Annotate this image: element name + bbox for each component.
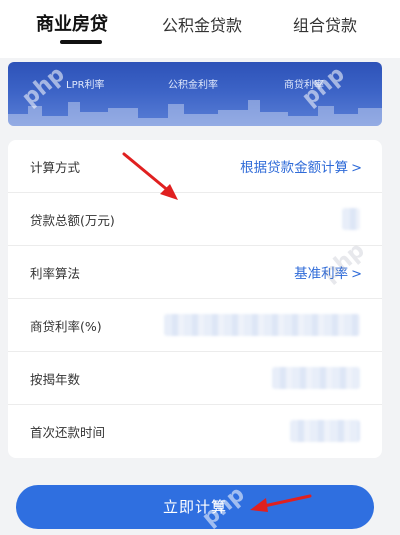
first-repayment-date-input[interactable] bbox=[290, 420, 360, 442]
loan-type-tabs: 商业房贷 公积金贷款 组合贷款 bbox=[0, 0, 400, 58]
loan-amount-input[interactable] bbox=[342, 208, 360, 230]
mortgage-years-input[interactable] bbox=[272, 367, 360, 389]
chevron-right-icon: > bbox=[351, 267, 362, 282]
mortgage-calculator-screen: 商业房贷 公积金贷款 组合贷款 LPR利率 公积金利率 商贷利率 计算方式 根据… bbox=[0, 0, 400, 535]
row-label: 贷款总额(万元) bbox=[30, 213, 115, 228]
row-rate-method[interactable]: 利率算法 基准利率 > bbox=[8, 246, 382, 299]
row-label: 首次还款时间 bbox=[30, 425, 106, 440]
city-skyline-graphic bbox=[8, 100, 382, 126]
rate-method-select[interactable]: 基准利率 > bbox=[294, 262, 362, 282]
active-tab-indicator bbox=[60, 40, 102, 44]
calculation-method-value: 根据贷款金额计算 bbox=[240, 160, 349, 176]
tab-commercial-loan[interactable]: 商业房贷 bbox=[36, 10, 108, 36]
calculation-method-select[interactable]: 根据贷款金额计算 > bbox=[240, 156, 362, 176]
row-mortgage-years[interactable]: 按揭年数 bbox=[8, 352, 382, 405]
commercial-rate-input[interactable] bbox=[164, 314, 360, 336]
commercial-rate-label: 商贷利率 bbox=[284, 80, 324, 91]
row-label: 按揭年数 bbox=[30, 372, 81, 387]
lpr-rate-label: LPR利率 bbox=[66, 80, 105, 91]
loan-form: 计算方式 根据贷款金额计算 > 贷款总额(万元) 利率算法 基准利率 > 商贷利率(… bbox=[8, 140, 382, 458]
tab-provident-fund-loan[interactable]: 公积金贷款 bbox=[162, 12, 242, 36]
provident-fund-rate-label: 公积金利率 bbox=[168, 80, 218, 91]
tab-combination-loan[interactable]: 组合贷款 bbox=[293, 12, 357, 36]
rate-banner: LPR利率 公积金利率 商贷利率 bbox=[8, 62, 382, 126]
row-label: 计算方式 bbox=[30, 160, 81, 175]
chevron-right-icon: > bbox=[351, 161, 362, 176]
row-label: 利率算法 bbox=[30, 266, 81, 281]
rate-method-value: 基准利率 bbox=[294, 266, 349, 282]
row-calculation-method[interactable]: 计算方式 根据贷款金额计算 > bbox=[8, 140, 382, 193]
row-label: 商贷利率(%) bbox=[30, 319, 102, 334]
row-commercial-rate[interactable]: 商贷利率(%) bbox=[8, 299, 382, 352]
row-first-repayment-date[interactable]: 首次还款时间 bbox=[8, 405, 382, 458]
row-loan-amount[interactable]: 贷款总额(万元) bbox=[8, 193, 382, 246]
calculate-button[interactable]: 立即计算 bbox=[16, 485, 374, 529]
